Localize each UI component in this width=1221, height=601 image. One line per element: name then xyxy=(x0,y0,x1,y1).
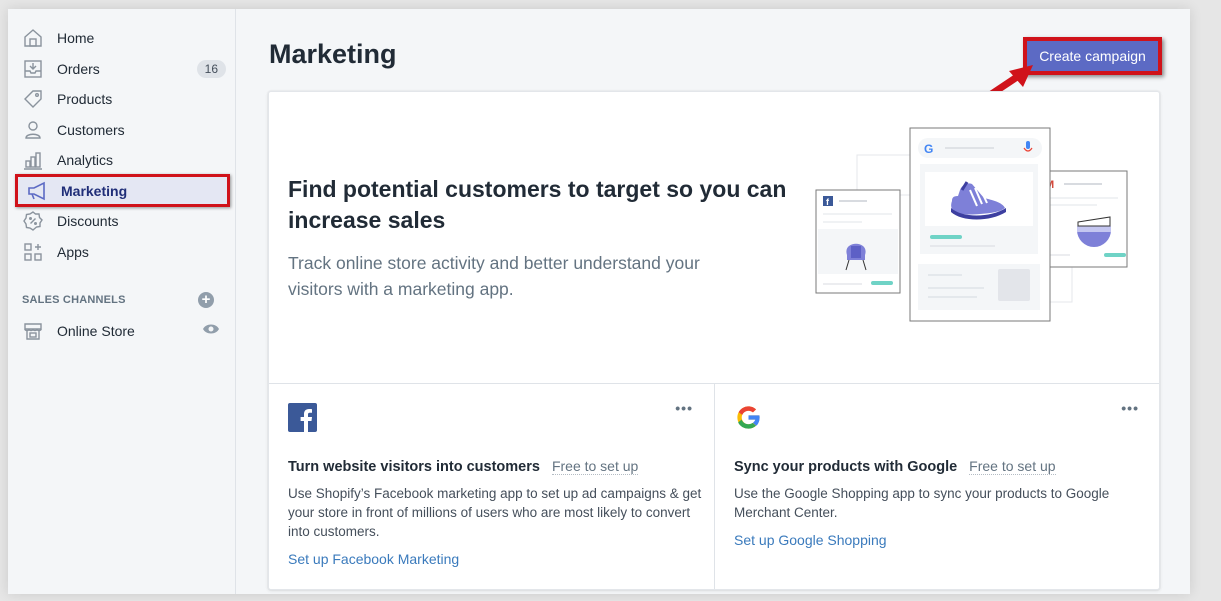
app-frame: Home Orders 16 Products Customers Analyt… xyxy=(8,9,1190,594)
marketing-card: Find potential customers to target so yo… xyxy=(268,91,1160,590)
bar-chart-icon xyxy=(22,149,44,171)
sidebar-item-label: Customers xyxy=(57,122,125,138)
sidebar-item-marketing[interactable]: Marketing xyxy=(15,174,230,207)
app-card-google: ••• Sync your products with Google Free t… xyxy=(715,384,1160,589)
sidebar-item-label: Products xyxy=(57,91,113,107)
svg-text:G: G xyxy=(924,142,933,156)
apps-icon xyxy=(22,241,44,263)
sidebar-item-analytics[interactable]: Analytics xyxy=(14,145,230,175)
app-title-text: Turn website visitors into customers xyxy=(288,459,540,475)
marketing-illustration: f M xyxy=(815,127,1128,322)
google-logo-icon xyxy=(737,406,761,429)
hero-heading: Find potential customers to target so yo… xyxy=(288,176,787,233)
google-search-card: G xyxy=(909,127,1051,322)
orders-icon xyxy=(22,58,44,80)
sidebar-item-label: Orders xyxy=(57,61,100,77)
add-sales-channel-button[interactable]: + xyxy=(198,292,214,308)
sidebar: Home Orders 16 Products Customers Analyt… xyxy=(8,9,236,594)
app-title: Turn website visitors into customers Free… xyxy=(288,458,639,475)
app-title: Sync your products with Google Free to se… xyxy=(734,458,1056,475)
sidebar-item-label: Apps xyxy=(57,244,89,260)
facebook-logo-icon xyxy=(288,403,317,432)
store-icon xyxy=(22,320,44,342)
app-title-text: Sync your products with Google xyxy=(734,459,958,475)
app-description: Use Shopify’s Facebook marketing app to … xyxy=(288,486,702,539)
create-campaign-button[interactable]: Create campaign xyxy=(1023,37,1162,75)
app-description: Use the Google Shopping app to sync your… xyxy=(734,486,1110,520)
sidebar-item-label: Discounts xyxy=(57,213,119,229)
user-icon xyxy=(22,119,44,141)
facebook-ad-card: f xyxy=(815,189,901,294)
more-options-button[interactable]: ••• xyxy=(675,400,693,416)
price-label: Free to set up xyxy=(969,458,1056,475)
page-title: Marketing xyxy=(269,39,397,69)
home-icon xyxy=(22,27,44,49)
megaphone-icon xyxy=(26,180,48,202)
sidebar-item-home[interactable]: Home xyxy=(14,23,230,53)
sidebar-item-label: Marketing xyxy=(61,182,128,199)
discount-icon xyxy=(22,210,44,232)
sidebar-item-apps[interactable]: Apps xyxy=(14,237,230,267)
sidebar-item-products[interactable]: Products xyxy=(14,84,230,114)
setup-facebook-link[interactable]: Set up Facebook Marketing xyxy=(288,551,459,567)
sidebar-item-label: Online Store xyxy=(57,323,135,339)
setup-google-shopping-link[interactable]: Set up Google Shopping xyxy=(734,532,887,548)
sidebar-item-orders[interactable]: Orders 16 xyxy=(14,54,230,84)
main-content: Marketing Create campaign Find potential… xyxy=(237,9,1190,594)
sales-channels-heading: SALES CHANNELS xyxy=(22,294,126,306)
more-options-button[interactable]: ••• xyxy=(1121,400,1139,416)
tag-icon xyxy=(22,88,44,110)
eye-icon[interactable] xyxy=(202,322,220,340)
sidebar-item-label: Home xyxy=(57,30,95,46)
orders-count-badge: 16 xyxy=(196,60,226,78)
sidebar-item-customers[interactable]: Customers xyxy=(14,115,230,145)
price-label: Free to set up xyxy=(551,458,639,475)
sidebar-item-discounts[interactable]: Discounts xyxy=(14,206,230,236)
hero-subtext: Track online store activity and better u… xyxy=(288,253,700,299)
sidebar-item-label: Analytics xyxy=(57,152,114,168)
sidebar-item-online-store[interactable]: Online Store xyxy=(14,316,230,346)
app-card-facebook: ••• Turn website visitors into customers… xyxy=(269,384,714,589)
